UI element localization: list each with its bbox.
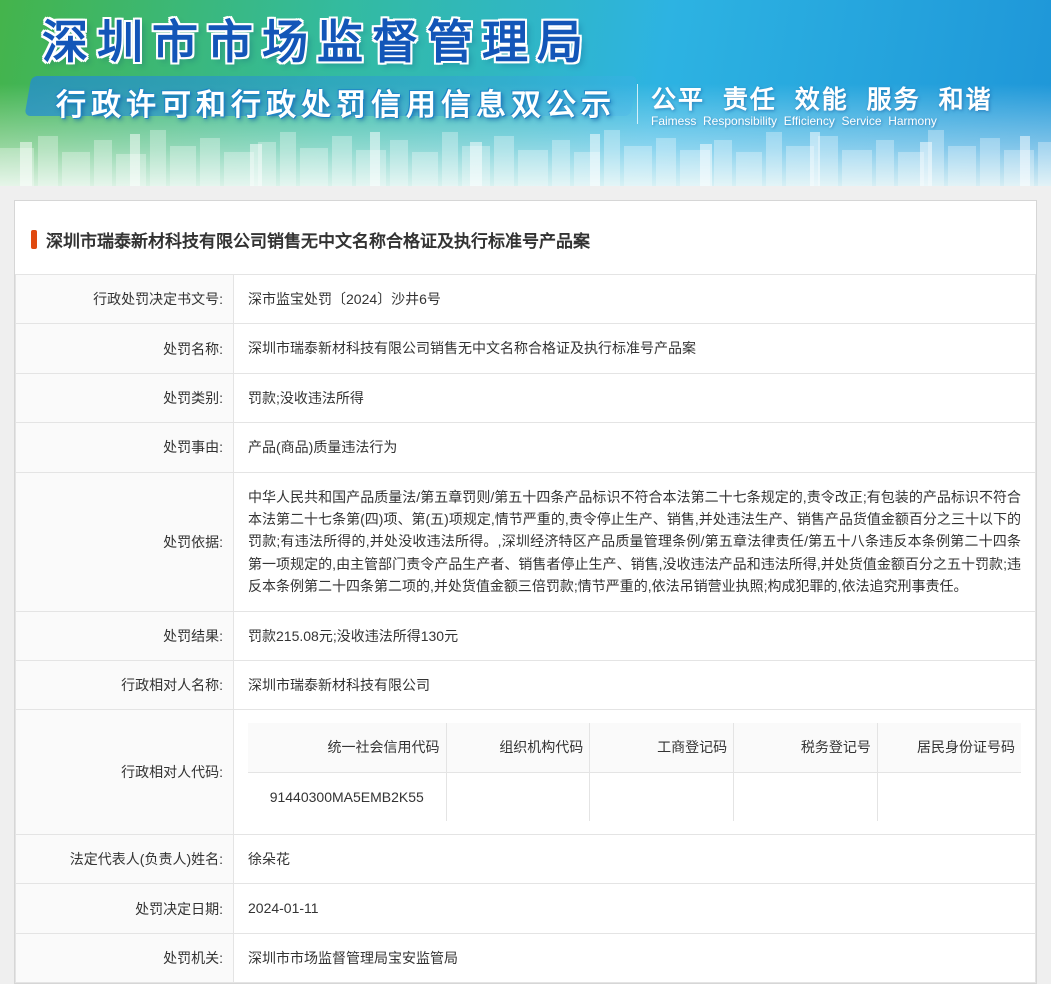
code-column-header: 居民身份证号码 [876,723,1021,773]
code-value: 91440300MA5EMB2K55 [248,771,447,822]
banner-divider [637,84,638,124]
table-row: 处罚名称: 深圳市瑞泰新材科技有限公司销售无中文名称合格证及执行标准号产品案 [15,323,1036,374]
code-value [876,771,1021,822]
party-codes-cell: 统一社会信用代码 组织机构代码 工商登记码 税务登记号 居民身份证号码 9144… [233,709,1036,836]
slogan-chinese: 公平 责任 效能 服务 和谐 [651,86,993,114]
penalty-info-table: 行政处罚决定书文号: 深市监宝处罚〔2024〕沙井6号 处罚名称: 深圳市瑞泰新… [15,273,1036,984]
row-label: 行政相对人代码: [15,709,234,836]
row-value: 深圳市瑞泰新材科技有限公司销售无中文名称合格证及执行标准号产品案 [233,323,1036,374]
table-row: 行政处罚决定书文号: 深市监宝处罚〔2024〕沙井6号 [15,273,1036,325]
row-value: 2024-01-11 [233,883,1036,934]
table-row-party-codes: 行政相对人代码: 统一社会信用代码 组织机构代码 工商登记码 税务登记号 居民身… [15,709,1036,836]
row-value: 产品(商品)质量违法行为 [233,422,1036,473]
row-value-legal-basis: 中华人民共和国产品质量法/第五章罚则/第五十四条产品标识不符合本法第二十七条规定… [233,471,1036,612]
row-value: 深圳市市场监督管理局宝安监管局 [233,932,1036,984]
agency-title: 深圳市市场监督管理局 [42,16,592,68]
row-label: 法定代表人(负责人)姓名: [15,834,234,885]
code-column-header: 税务登记号 [733,723,878,773]
banner-subtitle: 行政许可和行政处罚信用信息双公示 [56,89,616,122]
code-value [445,771,591,822]
code-value [589,771,735,822]
table-row: 处罚机关: 深圳市市场监督管理局宝安监管局 [15,932,1036,984]
party-codes-table: 统一社会信用代码 组织机构代码 工商登记码 税务登记号 居民身份证号码 9144… [248,723,1021,822]
row-label: 处罚名称: [15,323,234,374]
city-skyline-graphic [0,130,1051,186]
row-label: 处罚决定日期: [15,883,234,934]
row-value: 徐朵花 [233,834,1036,885]
code-column-header: 组织机构代码 [445,723,591,773]
row-label: 处罚结果: [15,610,234,661]
case-title-row: 深圳市瑞泰新材科技有限公司销售无中文名称合格证及执行标准号产品案 [15,201,1036,274]
row-value: 深市监宝处罚〔2024〕沙井6号 [233,273,1036,325]
table-row: 处罚事由: 产品(商品)质量违法行为 [15,422,1036,473]
title-accent-bar [31,230,37,249]
code-column-header: 统一社会信用代码 [248,723,447,773]
row-value: 罚款;没收违法所得 [233,372,1036,424]
row-label: 处罚依据: [15,471,234,612]
table-row: 行政相对人名称: 深圳市瑞泰新材科技有限公司 [15,659,1036,711]
page: 深圳市市场监督管理局 行政许可和行政处罚信用信息双公示 公平 责任 效能 服务 … [0,0,1051,984]
code-column-header: 工商登记码 [589,723,735,773]
table-row: 法定代表人(负责人)姓名: 徐朵花 [15,834,1036,885]
code-value-row: 91440300MA5EMB2K55 [248,771,1021,822]
row-label: 行政处罚决定书文号: [15,273,234,325]
code-value [733,771,878,822]
row-label: 行政相对人名称: [15,659,234,711]
row-label: 处罚机关: [15,932,234,984]
row-value: 罚款215.08元;没收违法所得130元 [233,610,1036,661]
table-row-legal-basis: 处罚依据: 中华人民共和国产品质量法/第五章罚则/第五十四条产品标识不符合本法第… [15,471,1036,612]
slogan-english: Faimess Responsibility Efficiency Servic… [651,114,937,128]
table-row: 处罚类别: 罚款;没收违法所得 [15,372,1036,424]
site-banner: 深圳市市场监督管理局 行政许可和行政处罚信用信息双公示 公平 责任 效能 服务 … [0,0,1051,186]
row-value: 深圳市瑞泰新材科技有限公司 [233,659,1036,711]
row-label: 处罚事由: [15,422,234,473]
code-header-row: 统一社会信用代码 组织机构代码 工商登记码 税务登记号 居民身份证号码 [248,723,1021,773]
row-label: 处罚类别: [15,372,234,424]
content-panel: 深圳市瑞泰新材科技有限公司销售无中文名称合格证及执行标准号产品案 行政处罚决定书… [14,200,1037,984]
table-row: 处罚结果: 罚款215.08元;没收违法所得130元 [15,610,1036,661]
table-row: 处罚决定日期: 2024-01-11 [15,883,1036,934]
case-title: 深圳市瑞泰新材科技有限公司销售无中文名称合格证及执行标准号产品案 [46,232,590,251]
